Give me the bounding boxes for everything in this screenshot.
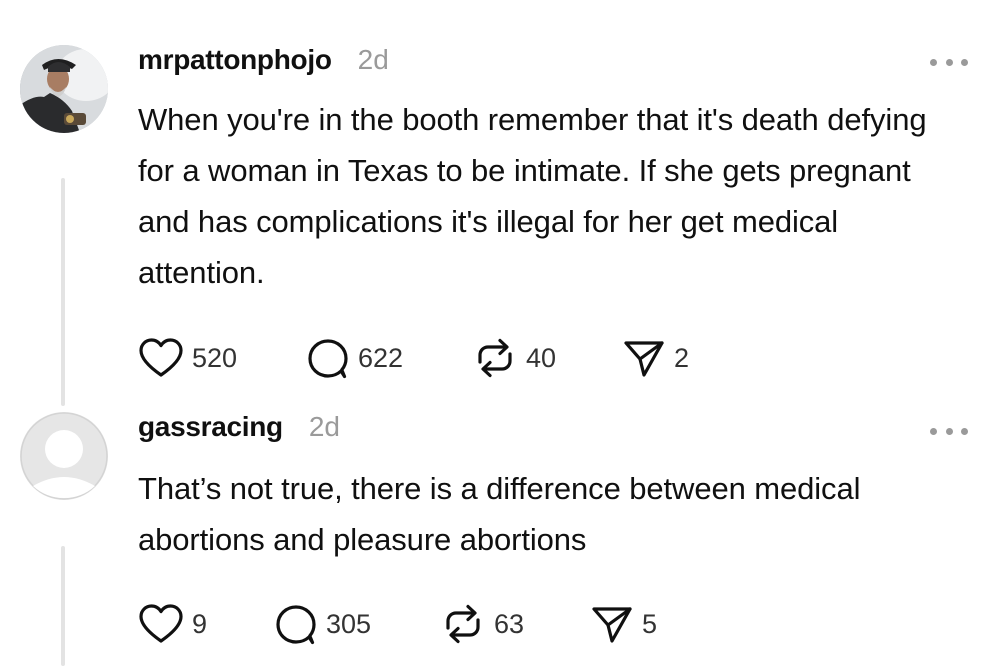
reply-button[interactable]: 305	[274, 602, 371, 646]
share-button[interactable]: 2	[622, 336, 689, 380]
like-count: 520	[192, 342, 238, 373]
thread-line	[61, 546, 65, 666]
like-button[interactable]: 520	[138, 336, 237, 380]
share-count: 2	[674, 342, 690, 373]
reply-count: 305	[326, 608, 372, 639]
ellipsis-dot	[930, 427, 937, 435]
avatar[interactable]	[20, 45, 108, 133]
send-icon	[624, 341, 664, 377]
ellipsis-dot	[961, 58, 968, 66]
repost-count: 40	[526, 342, 557, 373]
timestamp: 2d	[308, 411, 341, 442]
reply-button[interactable]: 622	[306, 336, 403, 380]
avatar[interactable]	[20, 412, 108, 500]
send-icon	[592, 607, 632, 643]
comment-body: When you're in the booth remember that i…	[138, 102, 927, 290]
repost-button[interactable]: 40	[472, 336, 556, 380]
ellipsis-dot	[961, 427, 968, 435]
repost-icon	[446, 604, 480, 644]
ellipsis-dot	[945, 427, 953, 435]
repost-icon	[478, 338, 512, 378]
share-button[interactable]: 5	[590, 602, 657, 646]
default-avatar-icon	[20, 412, 108, 500]
timestamp: 2d	[357, 44, 389, 75]
ellipsis-dot	[945, 58, 953, 66]
thread-line	[61, 178, 65, 406]
heart-icon	[139, 338, 183, 377]
comment-bubble-icon	[276, 605, 316, 645]
ellipsis-dot	[930, 58, 937, 66]
like-button[interactable]: 9	[138, 602, 207, 646]
more-options-button[interactable]	[930, 426, 968, 436]
heart-icon	[139, 604, 183, 643]
username[interactable]: gassracing	[138, 411, 283, 443]
username[interactable]: mrpattonphojo	[138, 44, 332, 76]
comment-body: That’s not true, there is a difference b…	[138, 471, 861, 557]
share-count: 5	[642, 608, 658, 639]
more-options-button[interactable]	[930, 57, 968, 67]
reply-count: 622	[358, 342, 404, 373]
comment-bubble-icon	[308, 339, 348, 379]
repost-count: 63	[494, 608, 525, 639]
like-count: 9	[192, 608, 208, 639]
repost-button[interactable]: 63	[440, 602, 524, 646]
user-photo-icon	[20, 45, 108, 133]
